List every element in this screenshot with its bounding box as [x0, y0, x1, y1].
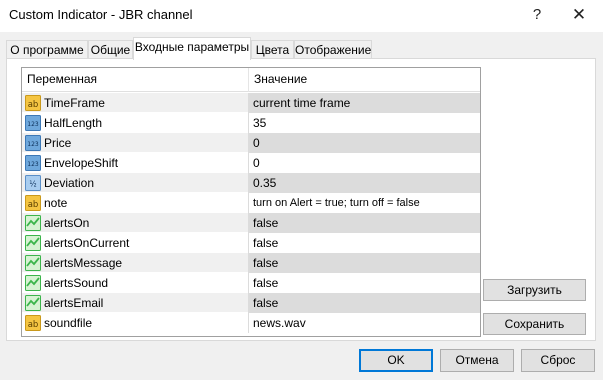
integer-type-icon: 123: [25, 135, 41, 151]
parameter-name: alertsOnCurrent: [44, 236, 130, 250]
parameter-name-cell[interactable]: alertsSound: [22, 273, 248, 293]
parameter-value-cell[interactable]: 0: [248, 153, 480, 173]
parameter-value-cell[interactable]: false: [248, 213, 480, 233]
column-value: Значение: [254, 72, 308, 86]
parameter-name: alertsEmail: [44, 296, 104, 310]
parameter-row[interactable]: alertsOn false: [22, 213, 480, 233]
parameter-row[interactable]: ab note turn on Alert = true; turn off = f…: [22, 193, 480, 213]
parameter-value-cell[interactable]: 35: [248, 113, 480, 133]
integer-type-icon: 123: [25, 155, 41, 171]
boolean-type-icon: [25, 215, 41, 231]
parameter-name: EnvelopeShift: [44, 156, 119, 170]
close-button[interactable]: ✕: [567, 4, 591, 26]
parameter-value: false: [253, 216, 279, 230]
integer-type-icon: 123: [25, 115, 41, 131]
cancel-button[interactable]: Отмена: [440, 349, 514, 372]
parameter-name: alertsMessage: [44, 256, 123, 270]
parameter-value-cell[interactable]: 0: [248, 133, 480, 153]
parameter-name-cell[interactable]: ab TimeFrame: [22, 93, 248, 113]
parameter-row[interactable]: 123 EnvelopeShift 0: [22, 153, 480, 173]
parameter-name-cell[interactable]: alertsEmail: [22, 293, 248, 313]
parameter-name-cell[interactable]: alertsMessage: [22, 253, 248, 273]
svg-text:123: 123: [27, 141, 39, 148]
parameter-name: Deviation: [44, 176, 95, 190]
window-title: Custom Indicator - JBR channel: [9, 7, 193, 22]
reset-button[interactable]: Сброс: [521, 349, 595, 372]
boolean-type-icon: [25, 295, 41, 311]
parameter-name: alertsOn: [44, 216, 90, 230]
parameter-value: news.wav: [253, 316, 306, 330]
help-button[interactable]: ?: [525, 4, 549, 26]
inputs-panel: Переменная Значение ab TimeFrame current t…: [6, 58, 596, 341]
svg-text:123: 123: [27, 161, 39, 168]
parameter-row[interactable]: alertsEmail false: [22, 293, 480, 313]
svg-text:½: ½: [29, 180, 36, 189]
parameter-name-cell[interactable]: 123 EnvelopeShift: [22, 153, 248, 173]
tab-colors[interactable]: Цвета: [251, 40, 294, 60]
parameter-value: turn on Alert = true; turn off = false: [253, 197, 420, 209]
parameter-name-cell[interactable]: alertsOnCurrent: [22, 233, 248, 253]
boolean-type-icon: [25, 235, 41, 251]
parameter-row[interactable]: alertsSound false: [22, 273, 480, 293]
svg-text:ab: ab: [28, 100, 39, 110]
save-button[interactable]: Сохранить: [483, 313, 586, 335]
parameter-value: false: [253, 276, 279, 290]
string-type-icon: ab: [25, 95, 41, 111]
grid-header: Переменная Значение: [22, 68, 480, 92]
parameter-name: TimeFrame: [44, 96, 105, 110]
parameter-name: note: [44, 196, 68, 210]
parameter-name: HalfLength: [44, 116, 103, 130]
parameter-value-cell[interactable]: false: [248, 233, 480, 253]
parameter-value-cell[interactable]: 0.35: [248, 173, 480, 193]
parameter-value: 0: [253, 136, 260, 150]
parameter-name-cell[interactable]: ab soundfile: [22, 313, 248, 333]
ok-button[interactable]: OK: [359, 349, 433, 372]
parameter-row[interactable]: 123 HalfLength 35: [22, 113, 480, 133]
parameter-value-cell[interactable]: false: [248, 253, 480, 273]
parameter-value: false: [253, 236, 279, 250]
parameter-name-cell[interactable]: alertsOn: [22, 213, 248, 233]
parameters-grid: Переменная Значение ab TimeFrame current t…: [21, 67, 481, 337]
load-button[interactable]: Загрузить: [483, 279, 586, 301]
parameter-name-cell[interactable]: 123 Price: [22, 133, 248, 153]
parameter-value: 0: [253, 156, 260, 170]
parameter-name-cell[interactable]: 123 HalfLength: [22, 113, 248, 133]
parameter-value-cell[interactable]: current time frame: [248, 93, 480, 113]
parameter-name: soundfile: [44, 316, 93, 330]
parameter-row[interactable]: ab TimeFrame current time frame: [22, 93, 480, 113]
parameter-value: current time frame: [253, 96, 351, 110]
column-variable: Переменная: [27, 72, 97, 86]
double-type-icon: ½: [25, 175, 41, 191]
parameter-row[interactable]: ab soundfile news.wav: [22, 313, 480, 333]
parameter-value: 0.35: [253, 176, 277, 190]
parameter-row[interactable]: 123 Price 0: [22, 133, 480, 153]
title-bar: Custom Indicator - JBR channel ? ✕: [0, 0, 603, 32]
parameter-value: false: [253, 296, 279, 310]
string-type-icon: ab: [25, 195, 41, 211]
parameter-name-cell[interactable]: ½ Deviation: [22, 173, 248, 193]
tab-about[interactable]: О программе: [6, 40, 88, 60]
column-divider[interactable]: [248, 68, 249, 92]
parameter-name: alertsSound: [44, 276, 109, 290]
parameter-value: false: [253, 256, 279, 270]
boolean-type-icon: [25, 275, 41, 291]
parameter-row[interactable]: alertsMessage false: [22, 253, 480, 273]
tab-inputs[interactable]: Входные параметры: [133, 37, 251, 60]
svg-text:ab: ab: [28, 320, 39, 330]
parameter-value-cell[interactable]: news.wav: [248, 313, 480, 333]
parameter-row[interactable]: ½ Deviation 0.35: [22, 173, 480, 193]
string-type-icon: ab: [25, 315, 41, 331]
parameter-value-cell[interactable]: false: [248, 293, 480, 313]
svg-text:ab: ab: [28, 200, 39, 210]
svg-text:123: 123: [27, 121, 39, 128]
boolean-type-icon: [25, 255, 41, 271]
parameter-value: 35: [253, 116, 267, 130]
tab-common[interactable]: Общие: [88, 40, 133, 60]
parameter-value-cell[interactable]: turn on Alert = true; turn off = false: [248, 193, 480, 213]
parameter-row[interactable]: alertsOnCurrent false: [22, 233, 480, 253]
parameter-value-cell[interactable]: false: [248, 273, 480, 293]
parameter-name-cell[interactable]: ab note: [22, 193, 248, 213]
parameter-name: Price: [44, 136, 72, 150]
tab-display[interactable]: Отображение: [294, 40, 372, 60]
